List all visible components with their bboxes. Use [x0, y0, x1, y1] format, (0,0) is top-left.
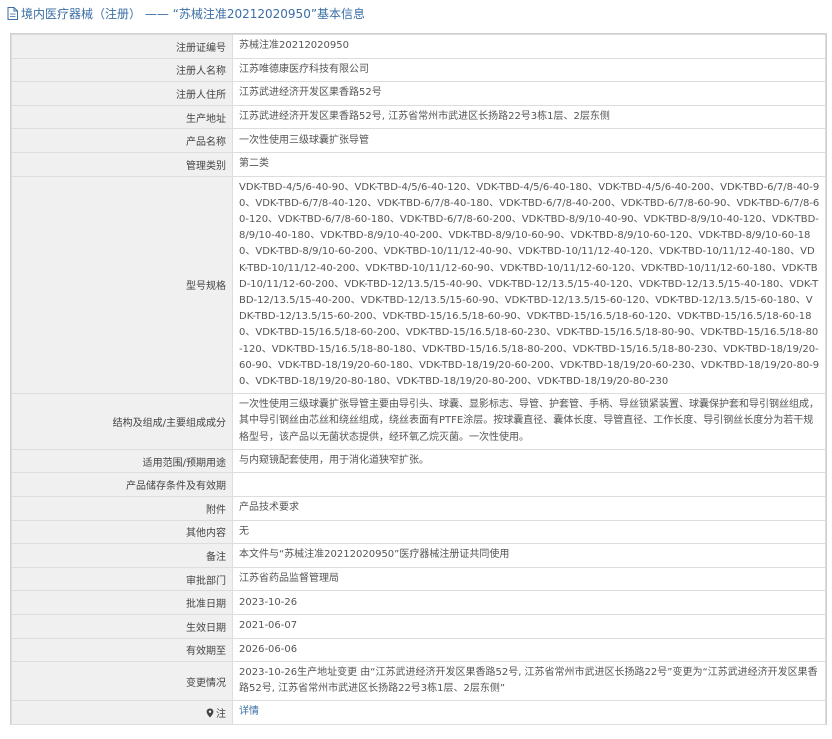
table-row: 有效期至 2026-06-06 [11, 637, 826, 663]
document-icon [7, 6, 18, 20]
field-label: 批准日期 [11, 590, 233, 615]
field-value: 江苏武进经济开发区果香路52号 [232, 81, 826, 106]
table-row: 管理类别 第二类 [11, 151, 826, 177]
field-value: 产品技术要求 [232, 496, 826, 521]
field-label: 型号规格 [11, 175, 233, 395]
field-label: 注册证编号 [11, 34, 233, 59]
field-label: 有效期至 [11, 637, 233, 663]
field-label: 其他内容 [11, 519, 233, 545]
field-label: 适用范围/预期用途 [11, 448, 233, 474]
table-row: 生效日期 2021-06-07 [11, 613, 826, 639]
field-value: 2023-10-26生产地址变更 由“江苏武进经济开发区果香路52号, 江苏省常… [232, 661, 826, 702]
table-row: 注册证编号 苏械注准20212020950 [11, 34, 826, 59]
field-value [232, 472, 826, 497]
field-label: 变更情况 [11, 661, 233, 702]
field-value: 一次性使用三级球囊扩张导管 [232, 128, 826, 153]
field-value: 江苏唯德康医疗科技有限公司 [232, 57, 826, 83]
table-row: 注册人名称 江苏唯德康医疗科技有限公司 [11, 57, 826, 83]
field-label: 管理类别 [11, 151, 233, 177]
table-row: 适用范围/预期用途 与内窥镜配套使用，用于消化道狭窄扩张。 [11, 448, 826, 474]
field-value: 与内窥镜配套使用，用于消化道狭窄扩张。 [232, 448, 826, 474]
field-label: 生效日期 [11, 613, 233, 639]
field-value: 2026-06-06 [232, 637, 826, 663]
field-value: VDK-TBD-4/5/6-40-90、VDK-TBD-4/5/6-40-120… [232, 175, 826, 395]
field-value: 江苏省药品监督管理局 [232, 566, 826, 592]
table-row: 其他内容 无 [11, 519, 826, 545]
table-row: 型号规格 VDK-TBD-4/5/6-40-90、VDK-TBD-4/5/6-4… [11, 175, 826, 395]
field-value: 第二类 [232, 151, 826, 177]
table-row: 审批部门 江苏省药品监督管理局 [11, 566, 826, 592]
page-title: 境内医疗器械（注册） —— “苏械注准20212020950”基本信息 [21, 6, 366, 21]
table-row: 注册人住所 江苏武进经济开发区果香路52号 [11, 81, 826, 106]
field-value: 江苏武进经济开发区果香路52号, 江苏省常州市武进区长扬路22号3栋1层、2层东… [232, 104, 826, 130]
field-value: 苏械注准20212020950 [232, 34, 826, 59]
location-pin-icon [206, 708, 214, 718]
table-row: 变更情况 2023-10-26生产地址变更 由“江苏武进经济开发区果香路52号,… [11, 661, 826, 702]
table-row: 产品储存条件及有效期 [11, 472, 826, 497]
table-row: 产品名称 一次性使用三级球囊扩张导管 [11, 128, 826, 153]
table-row: 备注 本文件与“苏械注准20212020950”医疗器械注册证共同使用 [11, 543, 826, 568]
table-row: 生产地址 江苏武进经济开发区果香路52号, 江苏省常州市武进区长扬路22号3栋1… [11, 104, 826, 130]
details-link[interactable]: 详情 [239, 706, 259, 717]
field-label: 结构及组成/主要组成成分 [11, 393, 233, 450]
field-label: 注册人名称 [11, 57, 233, 83]
info-table: 注册证编号 苏械注准20212020950 注册人名称 江苏唯德康医疗科技有限公… [11, 34, 826, 725]
field-label: 产品储存条件及有效期 [11, 472, 233, 497]
field-value: 2021-06-07 [232, 613, 826, 639]
field-value: 2023-10-26 [232, 590, 826, 615]
table-row-footer: 注 详情 [11, 700, 826, 725]
field-value: 本文件与“苏械注准20212020950”医疗器械注册证共同使用 [232, 543, 826, 568]
page-header: 境内医疗器械（注册） —— “苏械注准20212020950”基本信息 [0, 0, 832, 26]
footer-label-cell: 注 [11, 700, 233, 725]
field-label: 产品名称 [11, 128, 233, 153]
field-value: 一次性使用三级球囊扩张导管主要由导引头、球囊、显影标志、导管、护套管、手柄、导丝… [232, 393, 826, 450]
field-label: 生产地址 [11, 104, 233, 130]
table-row: 结构及组成/主要组成成分 一次性使用三级球囊扩张导管主要由导引头、球囊、显影标志… [11, 393, 826, 450]
field-label: 附件 [11, 496, 233, 521]
table-row: 批准日期 2023-10-26 [11, 590, 826, 615]
table-row: 附件 产品技术要求 [11, 496, 826, 521]
footer-value-cell: 详情 [232, 700, 826, 725]
field-label: 备注 [11, 543, 233, 568]
field-label: 审批部门 [11, 566, 233, 592]
field-label: 注册人住所 [11, 81, 233, 106]
footer-label: 注 [216, 708, 226, 720]
field-value: 无 [232, 519, 826, 545]
info-table-frame: 注册证编号 苏械注准20212020950 注册人名称 江苏唯德康医疗科技有限公… [10, 33, 827, 725]
